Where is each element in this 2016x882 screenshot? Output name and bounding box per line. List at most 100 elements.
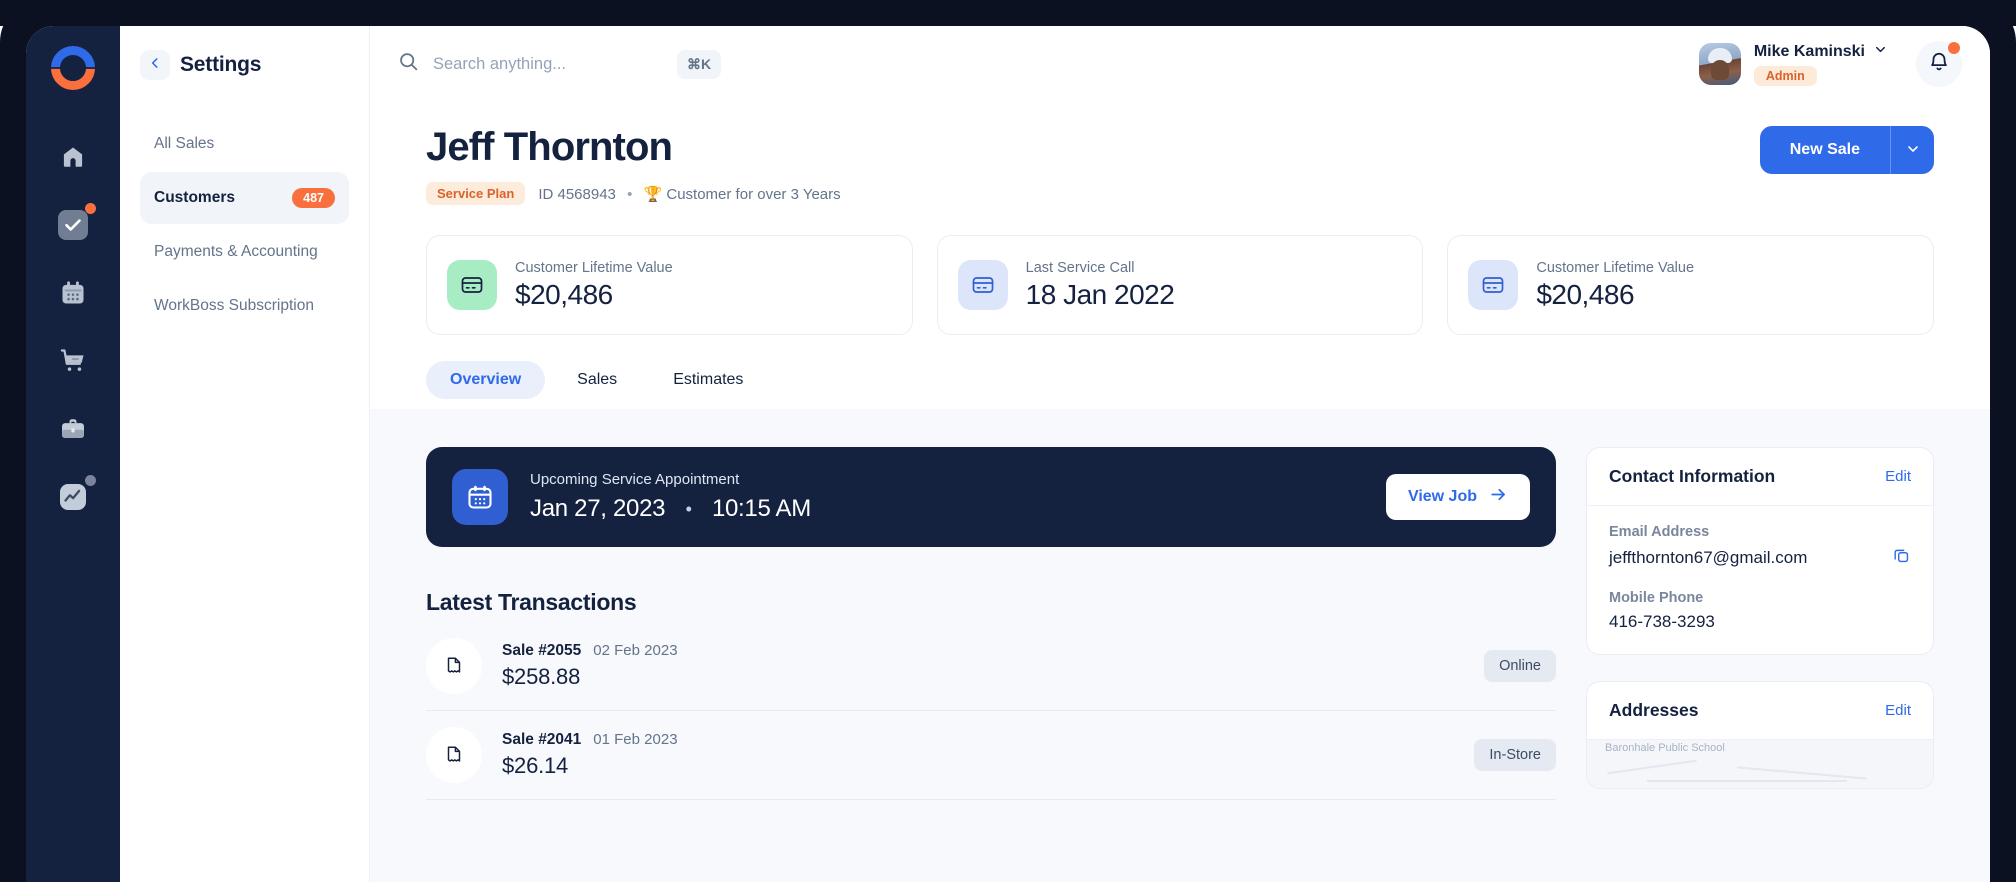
user-identity: Mike Kaminski Admin bbox=[1753, 42, 1888, 86]
stat-card-last-service-call[interactable]: Last Service Call 18 Jan 2022 bbox=[936, 235, 1424, 335]
sidebar-item-payments-accounting[interactable]: Payments & Accounting bbox=[140, 226, 349, 278]
search-shortcut-hint[interactable]: ⌘K bbox=[677, 49, 722, 79]
sidebar-item-workboss-subscription[interactable]: WorkBoss Subscription bbox=[140, 280, 349, 332]
table-row[interactable]: Sale #2041 01 Feb 2023 $26.14 In-Store bbox=[426, 711, 1556, 800]
sidebar-item-label: All Sales bbox=[154, 135, 215, 152]
tab-sales[interactable]: Sales bbox=[553, 361, 641, 399]
rail-item-jobs[interactable] bbox=[50, 406, 96, 452]
appointment-label: Upcoming Service Appointment bbox=[530, 471, 740, 488]
sidebar-item-label: WorkBoss Subscription bbox=[154, 297, 314, 314]
tab-estimates[interactable]: Estimates bbox=[649, 361, 767, 399]
analytics-status-dot bbox=[85, 475, 96, 486]
address-map-preview[interactable]: Baronhale Public School bbox=[1587, 740, 1933, 788]
stat-value: $20,486 bbox=[515, 278, 613, 310]
settings-panel: Settings All Sales Customers 487 Payment… bbox=[120, 26, 370, 882]
customer-meta: Service Plan ID 4568943 • 🏆 Customer for… bbox=[426, 182, 841, 205]
transaction-id: Sale #2041 bbox=[502, 731, 582, 748]
map-road bbox=[1647, 780, 1847, 782]
credit-card-icon bbox=[1468, 260, 1519, 310]
content-left-column: Upcoming Service Appointment Jan 27, 202… bbox=[426, 447, 1556, 882]
calendar-icon bbox=[59, 279, 87, 307]
view-job-label: View Job bbox=[1407, 488, 1477, 505]
new-sale-dropdown-button[interactable] bbox=[1890, 126, 1934, 174]
rail-item-orders[interactable] bbox=[50, 338, 96, 384]
content-area: Upcoming Service Appointment Jan 27, 202… bbox=[370, 409, 1990, 882]
customers-count-badge: 487 bbox=[292, 188, 335, 208]
rail-item-analytics[interactable] bbox=[50, 474, 96, 520]
appointment-details: Upcoming Service Appointment Jan 27, 202… bbox=[530, 471, 1364, 523]
receipt-icon bbox=[426, 727, 482, 783]
user-role-badge: Admin bbox=[1753, 66, 1817, 86]
sidebar-item-label: Payments & Accounting bbox=[154, 243, 318, 260]
global-search[interactable]: ⌘K bbox=[398, 49, 1699, 79]
stat-label: Customer Lifetime Value bbox=[515, 259, 673, 276]
edit-addresses-button[interactable]: Edit bbox=[1885, 702, 1911, 719]
rail-item-tasks[interactable] bbox=[50, 202, 96, 248]
page-title: Jeff Thornton bbox=[426, 125, 673, 169]
notification-dot bbox=[1948, 42, 1960, 54]
stat-card-clv-1[interactable]: Customer Lifetime Value $20,486 bbox=[426, 235, 913, 335]
edit-contact-button[interactable]: Edit bbox=[1885, 468, 1911, 485]
receipt-icon bbox=[426, 638, 482, 694]
transaction-date: 01 Feb 2023 bbox=[593, 731, 678, 748]
search-input[interactable] bbox=[433, 54, 663, 74]
copy-icon[interactable] bbox=[1892, 546, 1911, 570]
appointment-datetime: Jan 27, 2023 • 10:15 AM bbox=[530, 495, 1364, 523]
transaction-amount: $258.88 bbox=[502, 664, 581, 689]
settings-title: Settings bbox=[180, 53, 262, 76]
user-name: Mike Kaminski bbox=[1753, 43, 1865, 60]
stat-card-clv-2[interactable]: Customer Lifetime Value $20,486 bbox=[1447, 235, 1935, 335]
transaction-date: 02 Feb 2023 bbox=[593, 642, 678, 659]
stat-text: Last Service Call 18 Jan 2022 bbox=[1026, 260, 1175, 311]
transaction-channel-badge: In-Store bbox=[1474, 739, 1556, 771]
analytics-icon bbox=[57, 481, 89, 513]
card-header: Addresses Edit bbox=[1587, 682, 1933, 740]
card-title: Addresses bbox=[1609, 700, 1699, 720]
latest-transactions-title: Latest Transactions bbox=[426, 589, 637, 615]
rail-item-calendar[interactable] bbox=[50, 270, 96, 316]
back-button[interactable] bbox=[140, 50, 170, 80]
workboss-logo[interactable] bbox=[51, 46, 95, 90]
stat-value: 18 Jan 2022 bbox=[1025, 278, 1175, 310]
appointment-separator: • bbox=[685, 499, 692, 520]
notifications-button[interactable] bbox=[1916, 41, 1962, 87]
customer-id: ID 4568943 bbox=[538, 185, 616, 203]
new-sale-button[interactable]: New Sale bbox=[1759, 126, 1890, 174]
meta-separator: • bbox=[627, 185, 633, 203]
stat-label: Last Service Call bbox=[1025, 259, 1135, 276]
tab-bar: Overview Sales Estimates bbox=[426, 361, 1934, 409]
phone-value: 416-738-3293 bbox=[1609, 612, 1715, 631]
sidebar-item-customers[interactable]: Customers 487 bbox=[140, 172, 349, 224]
tab-overview[interactable]: Overview bbox=[426, 361, 546, 399]
table-row[interactable]: Sale #2055 02 Feb 2023 $258.88 Online bbox=[426, 622, 1556, 711]
transaction-channel-badge: Online bbox=[1484, 650, 1556, 682]
map-road bbox=[1737, 766, 1867, 780]
settings-header: Settings bbox=[140, 50, 349, 80]
transaction-details: Sale #2041 01 Feb 2023 $26.14 bbox=[502, 731, 1454, 779]
trophy-icon: 🏆 bbox=[643, 185, 663, 203]
user-menu[interactable]: Mike Kaminski Admin bbox=[1698, 42, 1888, 86]
chevron-down-icon[interactable] bbox=[1873, 42, 1888, 62]
new-sale-button-group: New Sale bbox=[1759, 126, 1934, 174]
stat-label: Customer Lifetime Value bbox=[1536, 259, 1695, 276]
device-bezel: Settings All Sales Customers 487 Payment… bbox=[0, 0, 2016, 882]
card-header: Contact Information Edit bbox=[1587, 448, 1933, 506]
avatar bbox=[1698, 43, 1741, 85]
arrow-right-icon bbox=[1489, 485, 1508, 509]
stat-text: Customer Lifetime Value $20,486 bbox=[1536, 260, 1694, 311]
addresses-card: Addresses Edit Baronhale Public School bbox=[1586, 681, 1934, 789]
appointment-date: Jan 27, 2023 bbox=[530, 495, 666, 522]
email-field-group: Email Address jeffthornton67@gmail.com bbox=[1609, 524, 1911, 570]
phone-label: Mobile Phone bbox=[1609, 590, 1704, 606]
home-icon bbox=[60, 144, 86, 170]
transaction-amount: $26.14 bbox=[502, 753, 569, 778]
view-job-button[interactable]: View Job bbox=[1385, 474, 1530, 520]
sidebar-item-all-sales[interactable]: All Sales bbox=[140, 118, 349, 170]
card-body: Email Address jeffthornton67@gmail.com M… bbox=[1587, 506, 1933, 654]
card-title: Contact Information bbox=[1609, 466, 1776, 486]
rail-item-home[interactable] bbox=[50, 134, 96, 180]
customer-header: Jeff Thornton Service Plan ID 4568943 • … bbox=[370, 102, 1990, 409]
stat-card-row: Customer Lifetime Value $20,486 Last Ser… bbox=[426, 235, 1935, 335]
chevron-left-icon bbox=[148, 56, 162, 75]
credit-card-icon bbox=[957, 260, 1008, 310]
